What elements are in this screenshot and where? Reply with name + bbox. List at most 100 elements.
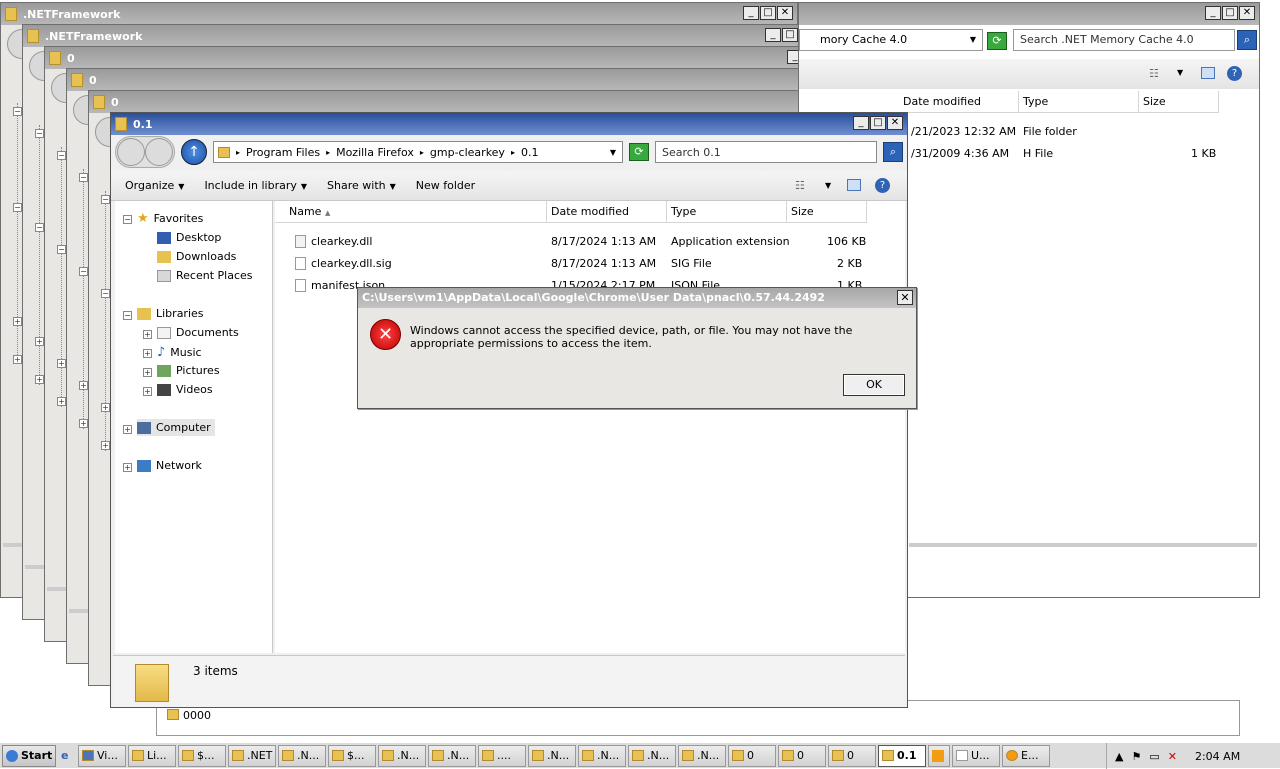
close-button[interactable]: ✕: [777, 6, 793, 20]
taskbar-button[interactable]: 0: [778, 744, 826, 767]
expand-icon[interactable]: +: [143, 368, 152, 377]
maximize-button[interactable]: □: [870, 116, 886, 130]
taskbar-button[interactable]: .N...: [578, 744, 626, 767]
expand-icon[interactable]: +: [123, 463, 132, 472]
bg-window-4-titlebar[interactable]: 0 _□✕: [67, 69, 863, 91]
table-row[interactable]: clearkey.dll 8/17/2024 1:13 AM Applicati…: [275, 231, 905, 253]
taskbar-button[interactable]: $...: [178, 744, 226, 767]
breadcrumb-item[interactable]: Program Files: [246, 146, 320, 159]
close-button[interactable]: ✕: [887, 116, 903, 130]
expand-icon[interactable]: +: [57, 359, 66, 368]
nav-recent[interactable]: Recent Places: [157, 269, 253, 282]
breadcrumb-item[interactable]: gmp-clearkey: [430, 146, 505, 159]
nav-favorites[interactable]: ★ Favorites: [137, 211, 203, 226]
chevron-down-icon[interactable]: ▼: [1177, 68, 1183, 77]
chevron-right-icon[interactable]: ▸: [326, 148, 330, 157]
bg-window-1-titlebar[interactable]: .NETFramework _ □ ✕: [1, 3, 797, 25]
expand-icon[interactable]: +: [13, 355, 22, 364]
taskbar-button[interactable]: .NET: [228, 744, 276, 767]
minimize-button[interactable]: _: [765, 28, 781, 42]
minimize-button[interactable]: _: [1205, 6, 1221, 20]
refresh-icon[interactable]: ⟳: [987, 32, 1007, 50]
close-button[interactable]: ✕: [1239, 6, 1255, 20]
expand-icon[interactable]: +: [13, 317, 22, 326]
monitor-icon[interactable]: ▭: [1149, 750, 1159, 763]
nav-desktop[interactable]: Desktop: [157, 231, 221, 244]
collapse-icon[interactable]: −: [123, 215, 132, 224]
breadcrumb-item[interactable]: 0.1: [521, 146, 539, 159]
share-button[interactable]: Share with ▼: [327, 179, 396, 192]
collapse-icon[interactable]: −: [13, 203, 22, 212]
collapse-icon[interactable]: −: [101, 195, 110, 204]
taskbar-button-active[interactable]: 0.1: [878, 744, 926, 767]
taskbar-media[interactable]: [928, 744, 950, 767]
flag-icon[interactable]: ⚑: [1131, 750, 1141, 763]
maximize-button[interactable]: □: [760, 6, 776, 20]
taskbar-button[interactable]: .N...: [428, 744, 476, 767]
right-window-address[interactable]: mory Cache 4.0 ▼: [799, 29, 983, 51]
taskbar-button[interactable]: .N...: [628, 744, 676, 767]
expand-icon[interactable]: +: [79, 419, 88, 428]
minimize-button[interactable]: _: [743, 6, 759, 20]
collapse-icon[interactable]: −: [57, 151, 66, 160]
up-button[interactable]: ↑: [181, 139, 207, 165]
clock[interactable]: 2:04 AM: [1195, 750, 1240, 763]
taskbar-button[interactable]: Vi...: [78, 744, 126, 767]
search-icon[interactable]: ⌕: [1237, 30, 1257, 50]
nav-music[interactable]: ♪ Music: [157, 345, 202, 360]
taskbar-button[interactable]: .N...: [278, 744, 326, 767]
expand-icon[interactable]: +: [143, 330, 152, 339]
bg-window-5-titlebar[interactable]: 0 _□✕: [89, 91, 885, 113]
taskbar-button[interactable]: .N...: [528, 744, 576, 767]
collapse-icon[interactable]: −: [79, 267, 88, 276]
main-window[interactable]: 0.1 _ □ ✕ ↑ ▸ Program Files ▸ Mozilla Firef…: [110, 112, 908, 708]
chevron-down-icon[interactable]: ▼: [825, 181, 831, 190]
preview-pane-icon[interactable]: [847, 179, 861, 191]
nav-pictures[interactable]: Pictures: [157, 364, 220, 377]
main-titlebar[interactable]: 0.1 _ □ ✕: [111, 113, 907, 135]
dialog-title[interactable]: C:\Users\vm1\AppData\Local\Google\Chrome…: [358, 288, 916, 308]
column-size[interactable]: Size: [787, 201, 867, 223]
nav-computer[interactable]: Computer: [137, 419, 215, 436]
search-input[interactable]: Search 0.1: [655, 141, 877, 163]
expand-icon[interactable]: +: [35, 375, 44, 384]
right-window-search[interactable]: Search .NET Memory Cache 4.0: [1013, 29, 1235, 51]
taskbar-button[interactable]: ....: [478, 744, 526, 767]
forward-button[interactable]: [145, 138, 173, 166]
column-date[interactable]: Date modified: [547, 201, 667, 223]
include-library-button[interactable]: Include in library ▼: [204, 179, 307, 192]
column-size[interactable]: Size: [1139, 91, 1219, 113]
taskbar-button[interactable]: 0: [728, 744, 776, 767]
nav-videos[interactable]: Videos: [157, 383, 213, 396]
help-icon[interactable]: ?: [875, 178, 890, 193]
chevron-down-icon[interactable]: ▼: [970, 30, 976, 50]
refresh-icon[interactable]: ⟳: [629, 143, 649, 161]
maximize-button[interactable]: □: [1222, 6, 1238, 20]
bg-window-2-titlebar[interactable]: .NETFramework _□✕: [23, 25, 819, 47]
organize-button[interactable]: Organize ▼: [125, 179, 184, 192]
chevron-down-icon[interactable]: ▼: [610, 148, 616, 157]
expand-icon[interactable]: +: [143, 349, 152, 358]
chevron-right-icon[interactable]: ▸: [420, 148, 424, 157]
volume-muted-icon[interactable]: ✕: [1168, 750, 1177, 763]
back-button[interactable]: [117, 138, 145, 166]
chevron-up-icon[interactable]: ▲: [1115, 750, 1123, 763]
taskbar-button[interactable]: 0: [828, 744, 876, 767]
right-window-titlebar[interactable]: _ □ ✕: [799, 3, 1259, 25]
taskbar-ie[interactable]: e: [58, 745, 76, 767]
taskbar-button[interactable]: .N...: [678, 744, 726, 767]
expand-icon[interactable]: +: [35, 337, 44, 346]
minimize-button[interactable]: _: [853, 116, 869, 130]
column-type[interactable]: Type: [1019, 91, 1139, 113]
bg-window-3-titlebar[interactable]: 0 _□✕: [45, 47, 841, 69]
expand-icon[interactable]: +: [79, 381, 88, 390]
chevron-right-icon[interactable]: ▸: [236, 148, 240, 157]
expand-icon[interactable]: +: [101, 441, 110, 450]
preview-pane-icon[interactable]: [1201, 67, 1215, 79]
collapse-icon[interactable]: −: [101, 289, 110, 298]
expand-icon[interactable]: +: [143, 387, 152, 396]
nav-network[interactable]: Network: [137, 459, 202, 472]
taskbar-button[interactable]: $...: [328, 744, 376, 767]
table-row[interactable]: clearkey.dll.sig 8/17/2024 1:13 AM SIG F…: [275, 253, 905, 275]
nav-documents[interactable]: Documents: [157, 326, 239, 339]
